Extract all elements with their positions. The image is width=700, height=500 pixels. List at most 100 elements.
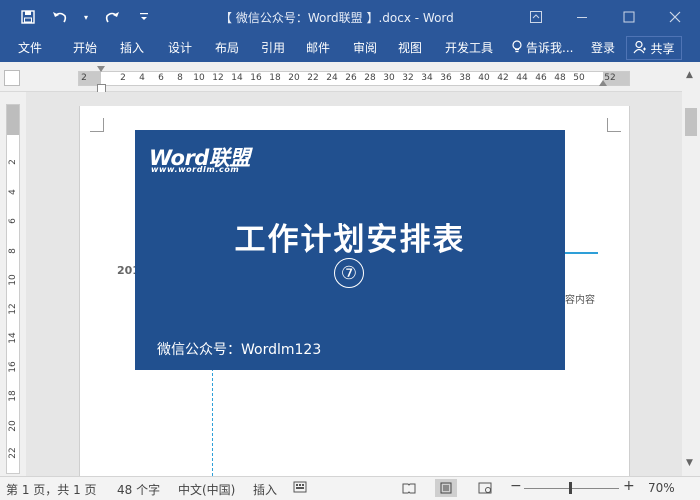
tab-selector[interactable]	[4, 70, 20, 86]
alignment-guide	[212, 368, 213, 476]
scroll-thumb[interactable]	[685, 108, 697, 136]
page-corner-mark	[90, 118, 104, 132]
ruler-tick: 14	[231, 73, 243, 83]
ruler-tick: 50	[573, 73, 585, 83]
lightbulb-icon	[512, 39, 522, 56]
banner-title: 工作计划安排表	[234, 222, 466, 258]
zoom-in-button[interactable]: +	[623, 478, 635, 494]
ruler-tick: 40	[478, 73, 490, 83]
ruler-tick: 2	[81, 73, 87, 83]
print-layout-icon[interactable]	[435, 479, 457, 497]
brand-url: www.wordlm.com	[151, 165, 240, 174]
ruler-tick: 6	[158, 73, 164, 83]
banner-footer: 微信公众号：Wordlm123	[157, 342, 322, 358]
tab-mailings[interactable]: 邮件	[306, 39, 330, 56]
vruler-tick: 18	[8, 390, 18, 402]
ruler-tick: 42	[497, 73, 509, 83]
ruler-tick: 26	[345, 73, 357, 83]
vruler-tick: 20	[8, 420, 18, 432]
person-icon	[633, 40, 647, 57]
vruler-tick: 22	[8, 447, 18, 459]
tab-design[interactable]: 设计	[168, 39, 192, 56]
ruler-tick: 34	[421, 73, 433, 83]
ruler-tick: 28	[364, 73, 376, 83]
ruler-tick: 48	[554, 73, 566, 83]
share-label: 共享	[650, 41, 675, 56]
right-indent-marker[interactable]	[599, 80, 607, 86]
page-info[interactable]: 第 1 页，共 1 页	[6, 481, 97, 498]
quick-access-toolbar: ▾	[18, 7, 154, 27]
ruler-tick: 22	[307, 73, 319, 83]
ruler-tick: 20	[288, 73, 300, 83]
minimize-icon[interactable]	[571, 6, 593, 28]
ruler-tick: 44	[516, 73, 528, 83]
first-line-indent-marker[interactable]	[97, 66, 105, 72]
tab-review[interactable]: 审阅	[353, 39, 377, 56]
zoom-out-button[interactable]: −	[510, 478, 522, 494]
close-icon[interactable]	[664, 6, 686, 28]
vruler-tick: 4	[8, 189, 18, 195]
undo-dropdown-icon[interactable]: ▾	[82, 7, 90, 27]
tab-references[interactable]: 引用	[261, 39, 285, 56]
insert-mode[interactable]: 插入	[253, 481, 277, 498]
vertical-ruler[interactable]: 2 4 6 8 10 12 14 16 18 20 22	[6, 104, 20, 474]
language-indicator[interactable]: 中文(中国)	[178, 481, 235, 498]
tab-view[interactable]: 视图	[398, 39, 422, 56]
vruler-tick: 10	[8, 274, 18, 286]
banner-image[interactable]: Word联盟 www.wordlm.com 工作计划安排表 ⑦ 微信公众号：Wo…	[135, 130, 565, 370]
ruler-tick: 38	[459, 73, 471, 83]
tab-insert[interactable]: 插入	[120, 39, 144, 56]
top-margin-shade	[7, 105, 19, 135]
ruler-tick: 10	[193, 73, 205, 83]
ruler-tick: 46	[535, 73, 547, 83]
tab-developer[interactable]: 开发工具	[445, 39, 493, 56]
vruler-tick: 2	[8, 159, 18, 165]
alignment-guide	[565, 252, 598, 254]
vruler-tick: 12	[8, 303, 18, 315]
maximize-icon[interactable]	[618, 6, 640, 28]
status-bar: 第 1 页，共 1 页 48 个字 中文(中国) 插入 − + 70%	[0, 476, 700, 500]
ruler-tick: 32	[402, 73, 414, 83]
sign-in-link[interactable]: 登录	[591, 39, 615, 56]
save-icon[interactable]	[18, 7, 38, 27]
web-layout-icon[interactable]	[474, 479, 496, 497]
scroll-down-icon[interactable]: ▼	[686, 458, 693, 468]
macro-record-icon[interactable]	[293, 480, 307, 497]
ribbon-tabs: 文件 开始 插入 设计 布局 引用 邮件 审阅 视图 开发工具 告诉我... 登…	[0, 34, 700, 62]
ruler-tick: 18	[269, 73, 281, 83]
vruler-tick: 16	[8, 361, 18, 373]
title-bar: ▾ 【 微信公众号：Word联盟 】.docx - Word	[0, 0, 700, 34]
word-count[interactable]: 48 个字	[117, 481, 160, 498]
tab-file[interactable]: 文件	[18, 39, 42, 56]
ruler-tick: 12	[212, 73, 224, 83]
window-title: 【 微信公众号：Word联盟 】.docx - Word	[220, 11, 454, 25]
banner-number: ⑦	[334, 258, 364, 288]
scroll-up-icon[interactable]: ▲	[686, 70, 693, 80]
ruler-tick: 36	[440, 73, 452, 83]
read-mode-icon[interactable]	[398, 479, 420, 497]
vruler-tick: 14	[8, 332, 18, 344]
ruler-tick: 8	[177, 73, 183, 83]
tab-layout[interactable]: 布局	[215, 39, 239, 56]
horizontal-ruler[interactable]: 2 2 4 6 8 10 12 14 16 18 20 22 24 26 28 …	[78, 71, 630, 86]
doc-text-fragment: 容内容	[565, 295, 595, 306]
ribbon-display-icon[interactable]	[525, 6, 547, 28]
ruler-tick: 4	[139, 73, 145, 83]
undo-icon[interactable]	[50, 7, 70, 27]
zoom-level[interactable]: 70%	[648, 481, 675, 495]
tab-home[interactable]: 开始	[73, 39, 97, 56]
ruler-tick: 24	[326, 73, 338, 83]
vertical-scrollbar[interactable]: ▲ ▼	[682, 62, 700, 476]
page-corner-mark	[607, 118, 621, 132]
zoom-slider-thumb[interactable]	[569, 482, 572, 494]
ruler-tick: 2	[120, 73, 126, 83]
share-button[interactable]: 共享	[626, 36, 682, 60]
customize-qat-icon[interactable]	[134, 7, 154, 27]
tell-me-label: 告诉我...	[526, 41, 574, 55]
vruler-tick: 8	[8, 248, 18, 254]
ruler-tick: 16	[250, 73, 262, 83]
vruler-tick: 6	[8, 218, 18, 224]
tell-me-box[interactable]: 告诉我...	[512, 39, 573, 56]
redo-icon[interactable]	[102, 7, 122, 27]
ruler-tick: 30	[383, 73, 395, 83]
